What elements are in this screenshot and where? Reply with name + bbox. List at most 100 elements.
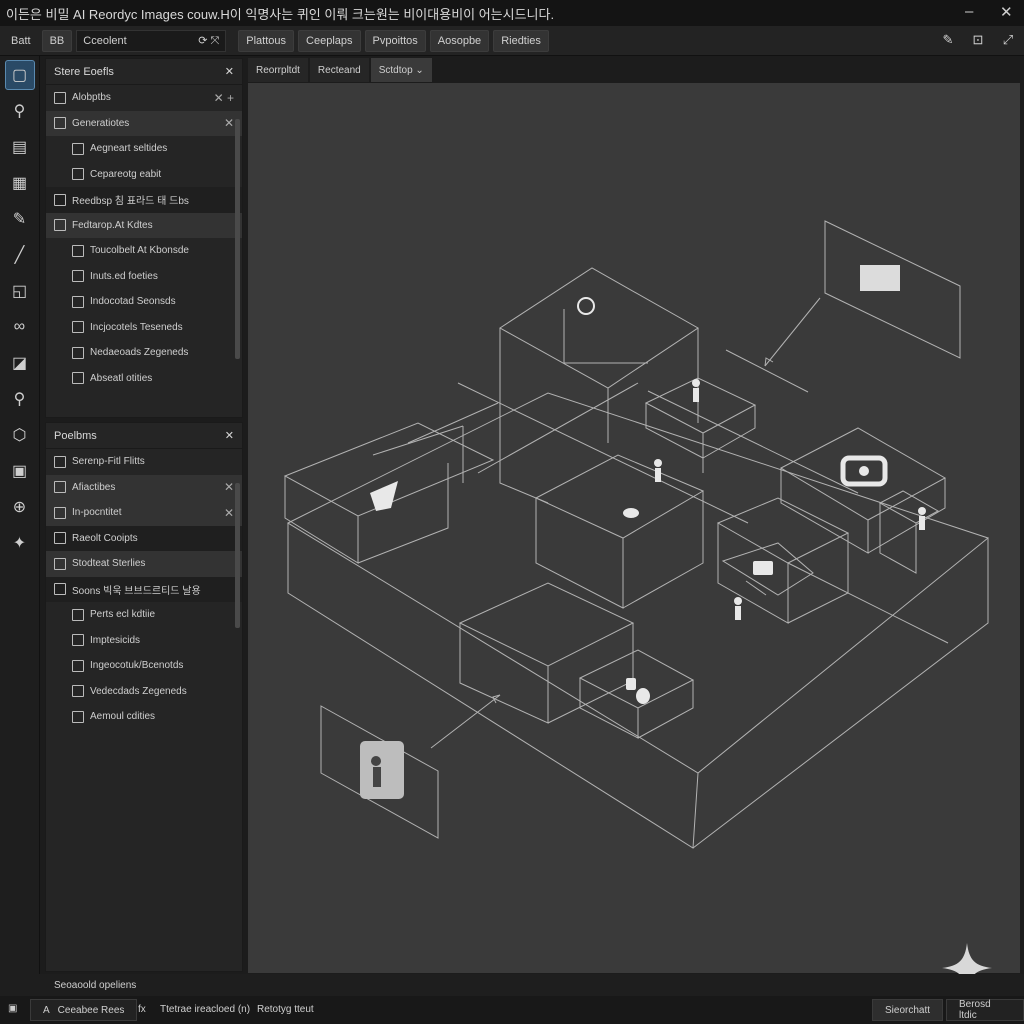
item-icon [72,244,84,257]
panel2-list-item[interactable]: Imptesicids [46,628,242,654]
toolbar-item-bb[interactable]: BB [41,29,73,52]
panel2-item-label: Soons 빅욱 브브드르티드 날용 [72,585,201,597]
search-value: Cceolent [83,34,127,47]
panel-scene-objects: Stere Eoefls ✕ Alobptbs ✕ + Generatiotes ✕ A… [45,58,243,418]
panel1-list-item[interactable]: Reedbsp 침 표라드 태 드bs [46,187,242,213]
panel2-list-item[interactable]: Ingeocotuk/Bcenotds [46,653,242,679]
fx-icon: fx [138,1004,146,1015]
toolbar-tab-3[interactable]: Pvpoittos [364,29,426,52]
close-icon[interactable]: ✕ [224,116,234,130]
toolbar-item-batt[interactable]: Batt [4,30,38,52]
toolbar-tab-2[interactable]: Ceeplaps [298,29,361,52]
panel1-list-item[interactable]: Alobptbs ✕ + [46,85,242,111]
item-icon [54,117,66,130]
item-icon [54,455,66,468]
panel2-list-item[interactable]: Stodteat Sterlies [46,551,242,577]
panel1-list-item[interactable]: Aegneart seltides [46,136,242,162]
item-icon [54,219,66,232]
panel2-list-item[interactable]: In-pocntitet ✕ [46,500,242,526]
close-icon[interactable]: ✕ [224,506,234,520]
panel2-list-item[interactable]: Perts ecl kdtiie [46,602,242,628]
panel2-list-item[interactable]: Serenp-Fitl Flitts [46,449,242,475]
create-button-label: Ceeabee Rees [57,1004,125,1016]
layers-tool-icon[interactable]: ▤ [5,132,35,162]
item-icon [72,710,84,723]
item-icon [72,295,84,308]
link-tool-icon[interactable]: ∞ [5,312,35,342]
panel1-list-item[interactable]: Nedaeoads Zegeneds [46,340,242,366]
frame-tool-icon[interactable]: ◱ [5,276,35,306]
item-icon [54,583,66,596]
panel2-list-item[interactable]: Afiactibes ✕ [46,474,242,500]
panel1-item-label: Incjocotels Teseneds [90,321,183,333]
panel1-list: Alobptbs ✕ + Generatiotes ✕ Aegneart seltide… [46,85,242,391]
panel1-item-label: Inuts.ed foeties [90,270,158,282]
edit-icon[interactable]: ✎ [938,30,958,50]
panel1-item-label: Cepareotg eabit [90,168,162,180]
panel1-item-label: Alobptbs [72,92,111,104]
item-icon [72,608,84,621]
panel1-list-item[interactable]: Abseatl otities [46,366,242,392]
panel1-item-label: Nedaeoads Zegeneds [90,347,189,359]
close-icon[interactable]: ✕ [225,65,234,78]
close-icon[interactable]: ✕ [224,480,234,494]
panel2-header: Poelbms ✕ [46,423,242,449]
item-icon [54,193,66,206]
refresh-icon[interactable]: ⟳ ⤧ [198,34,219,48]
reset-button[interactable]: Berosd ltdic [946,999,1024,1021]
close-icon[interactable]: ✕ [225,429,234,442]
panel1-list-item[interactable]: Incjocotels Teseneds [46,315,242,341]
tab-document-2[interactable]: Recteand [309,58,369,82]
minimize-icon[interactable]: – [965,3,973,20]
panel2-item-label: Perts ecl kdtiie [90,609,156,621]
fullscreen-icon[interactable]: ⤢ [998,30,1018,50]
toolbar-tab-1[interactable]: Plattous [238,29,295,52]
save-icon[interactable]: ▣ [8,1003,17,1014]
item-icon [54,91,66,104]
tab-document-1[interactable]: Reorrpltdt [248,58,308,82]
item-icon [72,634,84,647]
item-icon [72,142,84,155]
panel2-scrollbar[interactable] [235,483,240,628]
panel1-list-item[interactable]: Fedtarop.At Kdtes [46,212,242,238]
toolbar-tab-4[interactable]: Aosopbe [429,29,490,52]
panel2-list-item[interactable]: Aemoul cdities [46,704,242,730]
panel1-scrollbar[interactable] [235,119,240,359]
tab-document-3[interactable]: Sctdtop ⌄ [370,58,432,82]
isometric-diagram [283,220,990,849]
panel2-item-label: Stodteat Sterlies [72,558,146,570]
status-bar: Seoaoold opeliens [0,974,1024,996]
panel2-list-item[interactable]: Vedecdads Zegeneds [46,679,242,705]
create-button[interactable]: A Ceeabee Rees [30,999,138,1021]
search-button[interactable]: Sieorchatt [872,999,944,1021]
panel1-list-item[interactable]: Generatiotes ✕ [46,110,242,136]
close-icon[interactable]: ✕ + [214,91,234,105]
grid-tool-icon[interactable]: ▦ [5,168,35,198]
close-icon[interactable]: ✕ [1000,3,1013,21]
shape-tool-icon[interactable]: ◪ [5,348,35,378]
item-icon [72,372,84,385]
brush-tool-icon[interactable]: ╱ [5,240,35,270]
ai-tool-icon[interactable]: ✦ [5,528,35,558]
add-tool-icon[interactable]: ⊕ [5,492,35,522]
search-input[interactable]: Cceolent ⟳ ⤧ [76,29,227,52]
design-canvas[interactable] [248,83,1020,993]
export-icon[interactable]: ⊡ [968,30,988,50]
panel1-list-item[interactable]: Inuts.ed foeties [46,264,242,290]
toolbar-tab-5[interactable]: Riedties [493,29,549,52]
panel1-list-item[interactable]: Indocotad Seonsds [46,289,242,315]
zoom-tool-icon[interactable]: ⚲ [5,384,35,414]
bottom-bar: ▣ A Ceeabee Rees fx Ttetrae ireacloed (n… [0,996,1024,1024]
panel1-list-item[interactable]: Toucolbelt At Kbonsde [46,238,242,264]
node-tool-icon[interactable]: ⚲ [5,96,35,126]
panel1-list-item[interactable]: Cepareotg eabit [46,162,242,188]
panel2-list-item[interactable]: Soons 빅욱 브브드르티드 날용 [46,576,242,602]
panel2-item-label: In-pocntitet [72,507,122,519]
transform-tool-icon[interactable]: ⬡ [5,420,35,450]
select-tool-icon[interactable]: ▢ [4,60,35,90]
pen-tool-icon[interactable]: ✎ [5,204,35,234]
item-icon [54,557,66,570]
panel2-list: Serenp-Fitl Flitts Afiactibes ✕ In-pocntite… [46,449,242,730]
image-tool-icon[interactable]: ▣ [5,456,35,486]
panel2-list-item[interactable]: Raeolt Cooipts [46,525,242,551]
